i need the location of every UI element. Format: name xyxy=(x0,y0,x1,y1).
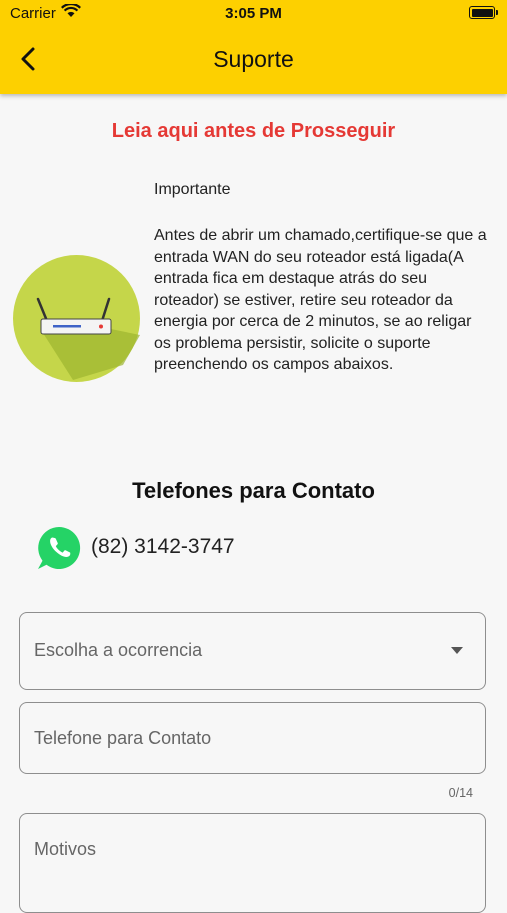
contact-phone-placeholder: Telefone para Contato xyxy=(34,728,212,748)
contact-phone-input[interactable]: Telefone para Contato xyxy=(19,702,486,774)
notice-heading: Leia aqui antes de Prosseguir xyxy=(111,120,396,142)
reasons-placeholder: Motivos xyxy=(34,839,97,859)
important-label: Importante xyxy=(154,181,231,198)
whatsapp-icon[interactable] xyxy=(35,524,83,572)
battery-icon xyxy=(469,6,498,19)
occurrence-select[interactable]: Escolha a ocorrencia xyxy=(19,612,486,690)
router-icon xyxy=(13,255,140,382)
notice-body: Antes de abrir um chamado,certifique-se … xyxy=(154,227,487,373)
reasons-input[interactable]: Motivos xyxy=(19,813,486,913)
page-title: Suporte xyxy=(213,46,294,72)
app-bar: Carrier 3:05 PM Suporte xyxy=(0,0,507,94)
occurrence-select-placeholder: Escolha a ocorrencia xyxy=(34,640,203,660)
status-bar: Carrier 3:05 PM xyxy=(0,0,507,28)
contacts-title: Telefones para Contato xyxy=(132,478,375,503)
clock: 3:05 PM xyxy=(225,5,282,22)
phone-char-counter: 0/14 xyxy=(448,786,473,800)
dropdown-caret-icon xyxy=(451,647,463,654)
contact-phone-number[interactable]: (82) 3142-3747 xyxy=(91,535,235,559)
